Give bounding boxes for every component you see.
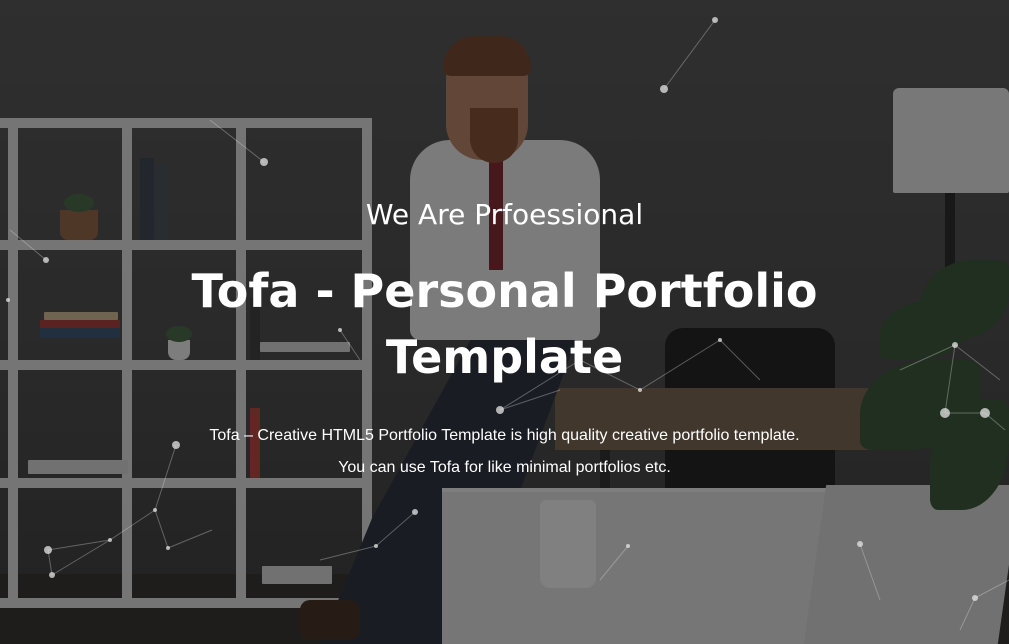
hero-section: We Are Prfoessional Tofa - Personal Port… (0, 0, 1009, 644)
hero-subtitle: We Are Prfoessional (365, 198, 644, 231)
hero-description-line-1: Tofa – Creative HTML5 Portfolio Template… (209, 427, 800, 444)
hero-title: Tofa - Personal Portfolio Template (191, 264, 818, 384)
hero-description: Tofa – Creative HTML5 Portfolio Template… (120, 420, 889, 484)
hero-description-line-2: You can use Tofa for like minimal portfo… (338, 459, 671, 476)
